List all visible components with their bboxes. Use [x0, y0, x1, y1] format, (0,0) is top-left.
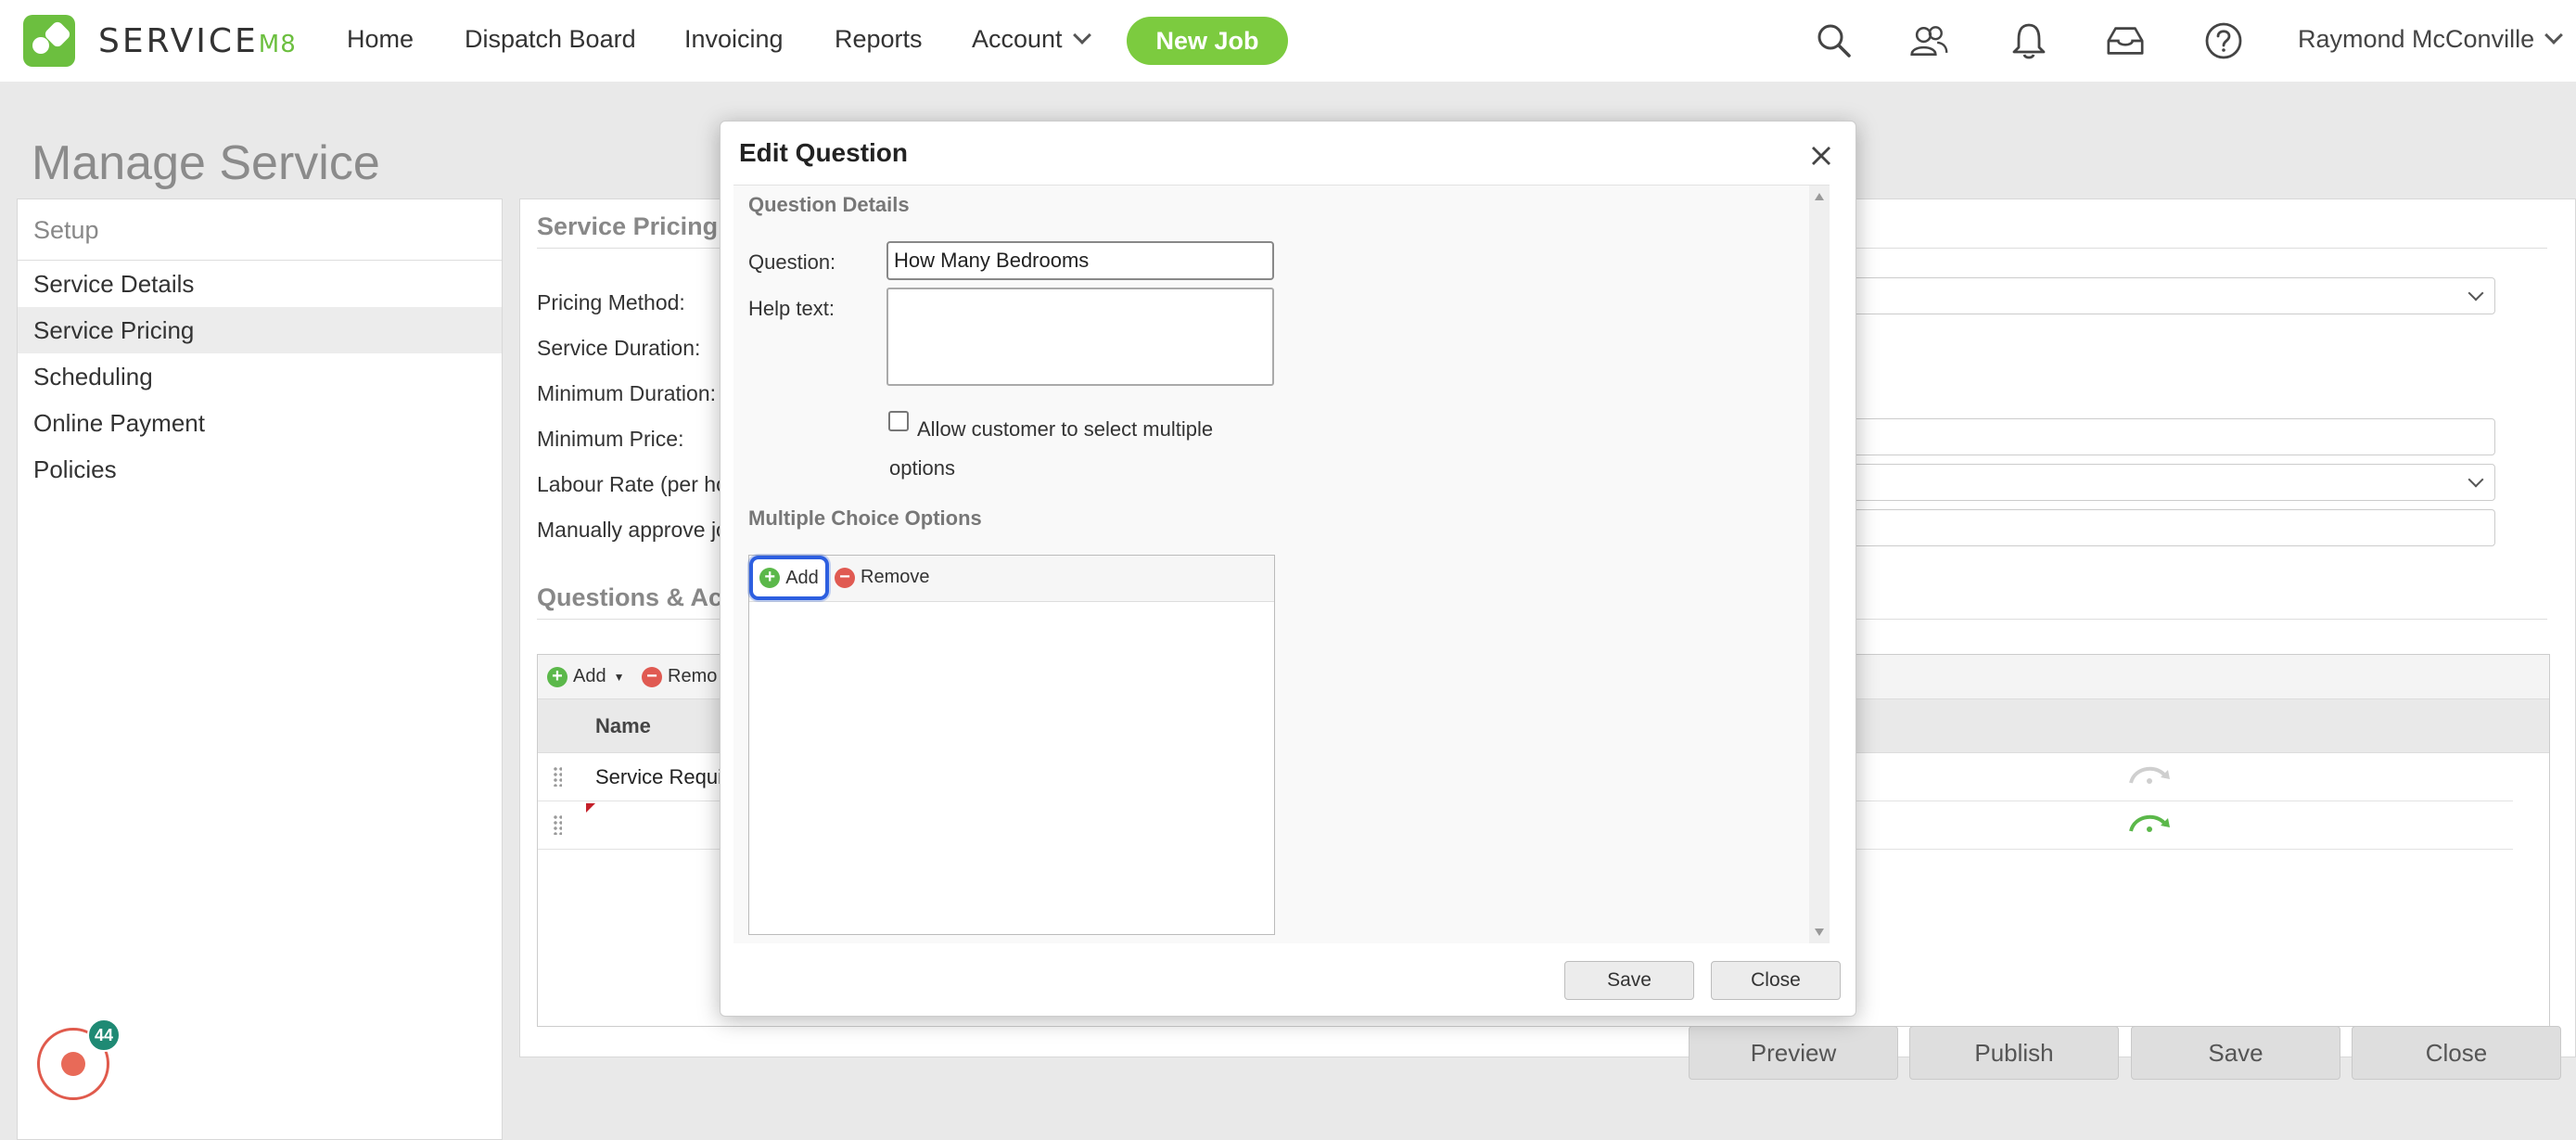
minimum-price-label: Minimum Price: — [537, 427, 684, 451]
drag-handle-icon[interactable] — [553, 766, 562, 787]
remove-option-label: Remove — [861, 567, 930, 587]
close-icon[interactable] — [1807, 142, 1835, 170]
remove-option-button[interactable]: − Remove — [835, 567, 929, 588]
dialog-close-button[interactable]: Close — [1711, 961, 1841, 1000]
pricing-method-select[interactable] — [1846, 277, 2495, 314]
user-menu[interactable]: Raymond McConville — [2298, 25, 2563, 54]
chevron-down-icon — [2468, 471, 2484, 488]
servicem8-logo-text[interactable]: SERVICEM8 — [98, 22, 297, 60]
sidebar-item-service-pricing[interactable]: Service Pricing — [18, 307, 502, 353]
labour-rate-select[interactable] — [1846, 464, 2495, 501]
row-name: Service Requi — [595, 765, 722, 788]
people-icon[interactable] — [1908, 20, 1949, 61]
refresh-icon[interactable] — [2125, 809, 2174, 837]
dialog-scrollbar[interactable] — [1809, 186, 1830, 943]
page-title: Manage Service — [32, 136, 380, 190]
manual-approve-field[interactable] — [1846, 509, 2495, 546]
minus-icon: − — [642, 666, 662, 687]
dialog-save-button[interactable]: Save — [1564, 961, 1694, 1000]
service-duration-label: Service Duration: — [537, 336, 701, 360]
manual-approve-label: Manually approve jo — [537, 518, 728, 542]
publish-button[interactable]: Publish — [1909, 1026, 2119, 1080]
grid-add-label: Add — [573, 666, 606, 686]
setup-sidebar: Setup Service Details Service Pricing Sc… — [17, 199, 503, 1140]
column-name-header[interactable]: Name — [595, 714, 651, 738]
servicem8-logo-icon[interactable] — [23, 15, 75, 67]
question-details-heading: Question Details — [748, 193, 910, 216]
plus-icon: + — [547, 666, 567, 687]
scroll-up-arrow-icon[interactable] — [1815, 193, 1824, 200]
caret-down-icon: ▼ — [613, 670, 625, 684]
chevron-down-icon — [2468, 285, 2484, 301]
nav-account-label: Account — [972, 25, 1063, 53]
multiple-choice-heading: Multiple Choice Options — [748, 506, 982, 530]
drag-handle-icon[interactable] — [553, 814, 562, 835]
labour-rate-label: Labour Rate (per hou — [537, 472, 740, 496]
scroll-down-arrow-icon[interactable] — [1815, 929, 1824, 936]
minus-icon: − — [835, 567, 855, 588]
user-name: Raymond McConville — [2298, 25, 2535, 53]
minimum-price-field[interactable] — [1846, 418, 2495, 455]
add-option-button[interactable]: + Add — [749, 556, 829, 600]
inbox-icon[interactable] — [2105, 20, 2146, 61]
help-icon[interactable] — [2203, 20, 2244, 61]
grid-remove-label: Remo — [668, 666, 718, 686]
sidebar-item-service-details[interactable]: Service Details — [18, 261, 502, 307]
question-label: Question: — [748, 250, 836, 274]
pricing-method-label: Pricing Method: — [537, 290, 685, 314]
preview-button[interactable]: Preview — [1689, 1026, 1898, 1080]
options-toolbar: + Add − Remove — [749, 556, 1274, 602]
nav-account[interactable]: Account — [972, 25, 1091, 54]
sidebar-item-policies[interactable]: Policies — [18, 446, 502, 493]
help-text-textarea[interactable] — [886, 288, 1274, 386]
chevron-down-icon — [1072, 26, 1091, 45]
allow-multiple-label: Allow customer to select multiple option… — [889, 417, 1214, 480]
plus-icon: + — [759, 568, 781, 588]
dirty-marker-icon — [586, 803, 595, 813]
edit-question-dialog: Edit Question Question Details Question:… — [720, 121, 1856, 1017]
new-job-button[interactable]: New Job — [1127, 17, 1288, 65]
chevron-down-icon — [2544, 26, 2563, 45]
nav-home[interactable]: Home — [347, 25, 414, 54]
add-option-label: Add — [785, 567, 819, 588]
help-text-label: Help text: — [748, 297, 835, 320]
close-button[interactable]: Close — [2352, 1026, 2561, 1080]
top-navbar: SERVICEM8 Home Dispatch Board Invoicing … — [0, 0, 2576, 82]
nav-invoicing[interactable]: Invoicing — [684, 25, 784, 54]
options-list: + Add − Remove — [748, 555, 1275, 935]
search-icon[interactable] — [1814, 20, 1855, 61]
sidebar-item-scheduling[interactable]: Scheduling — [18, 353, 502, 400]
minimum-duration-label: Minimum Duration: — [537, 381, 716, 405]
nav-dispatch-board[interactable]: Dispatch Board — [465, 25, 636, 54]
dialog-title: Edit Question — [739, 138, 908, 167]
questions-section-title: Questions & Acti — [537, 583, 738, 611]
bell-icon[interactable] — [2009, 20, 2049, 61]
sidebar-heading: Setup — [18, 199, 502, 261]
grid-remove-button[interactable]: − Remo — [642, 666, 717, 687]
nav-reports[interactable]: Reports — [835, 25, 923, 54]
chat-badge: 44 — [87, 1018, 121, 1052]
sidebar-item-online-payment[interactable]: Online Payment — [18, 400, 502, 446]
panel-title: Service Pricing — [537, 212, 719, 240]
save-button[interactable]: Save — [2131, 1026, 2340, 1080]
grid-add-button[interactable]: + Add ▼ — [547, 666, 624, 687]
refresh-icon[interactable] — [2125, 761, 2174, 788]
question-input[interactable] — [886, 241, 1274, 280]
dialog-body: Question Details Question: Help text: Al… — [733, 185, 1830, 943]
